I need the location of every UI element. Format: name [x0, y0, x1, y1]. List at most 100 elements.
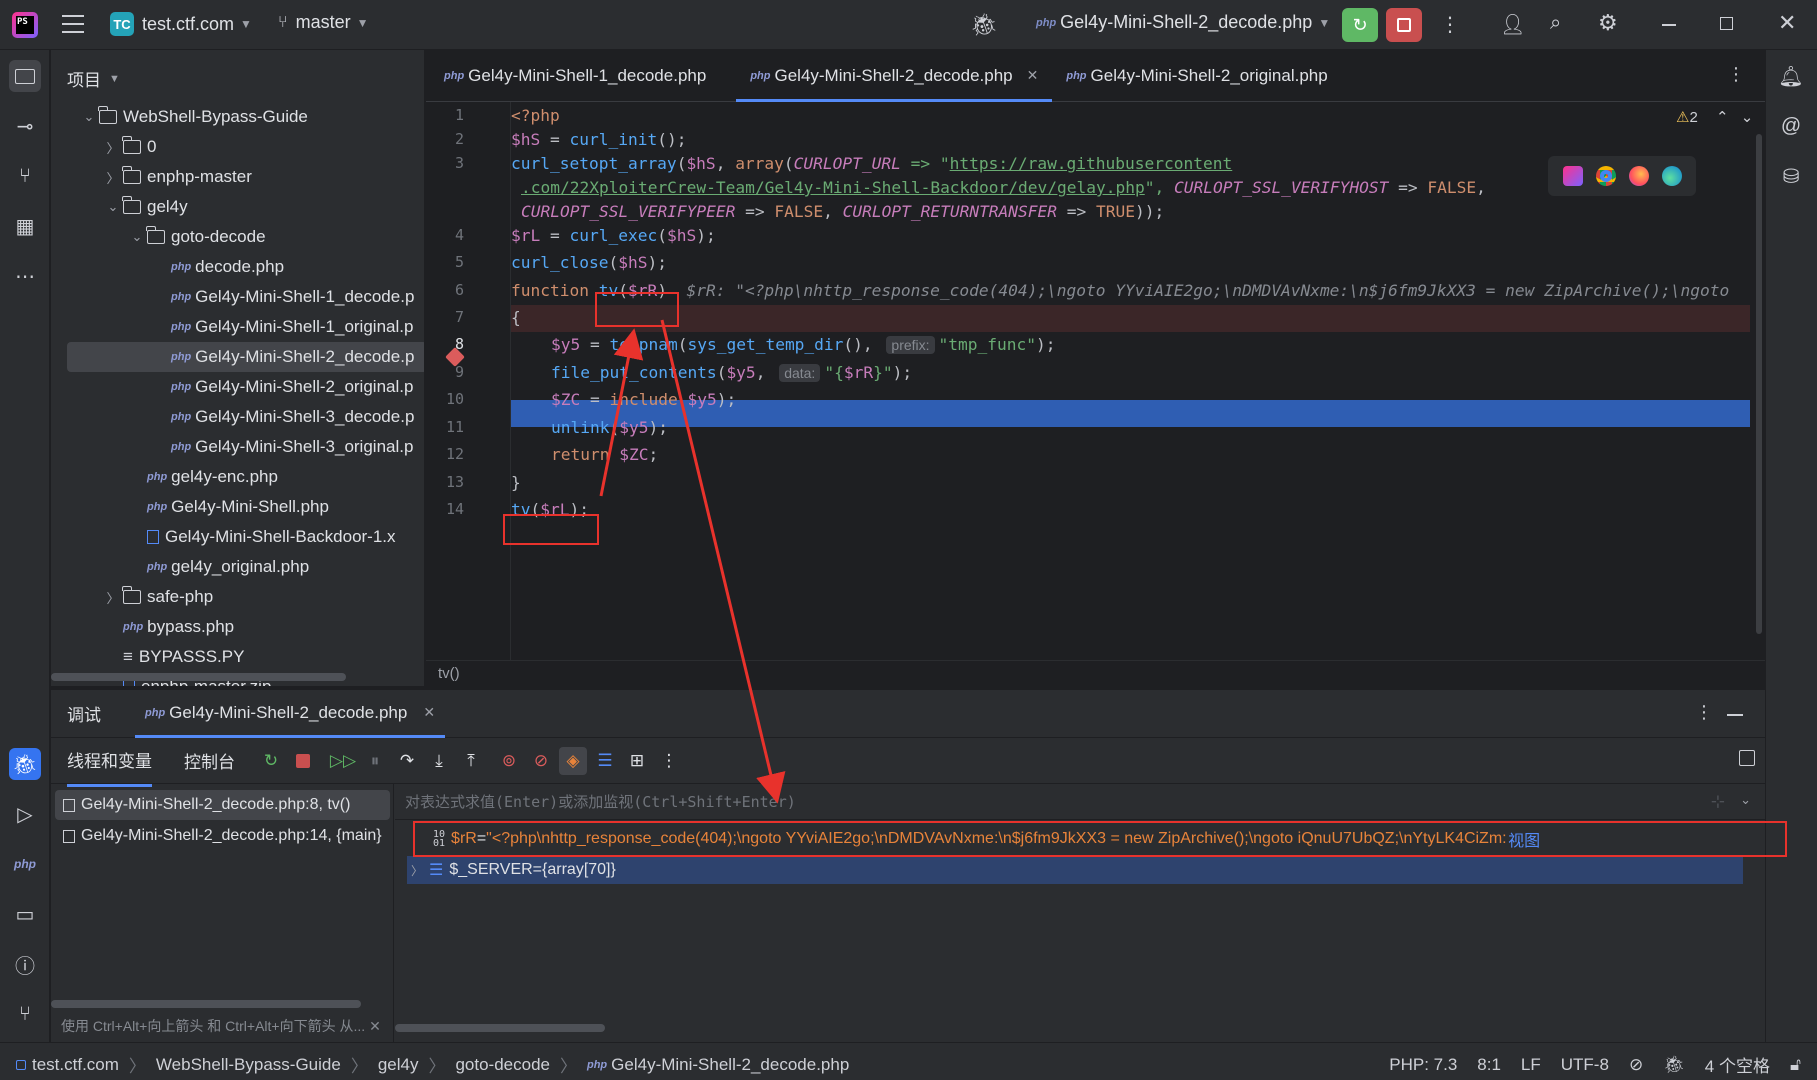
- add-watch-icon[interactable]: ⊞: [623, 747, 651, 775]
- project-switcher[interactable]: TC test.ctf.com ▼: [110, 12, 252, 36]
- minimize-window-icon[interactable]: [1662, 24, 1676, 26]
- php-version[interactable]: PHP: 7.3: [1389, 1055, 1457, 1075]
- php-tool-icon[interactable]: php: [9, 848, 41, 880]
- chevron-down-icon[interactable]: ⌄: [79, 109, 99, 125]
- chevron-down-icon[interactable]: ⌄: [127, 229, 147, 245]
- indent-setting[interactable]: 4 个空格: [1705, 1052, 1770, 1077]
- tab-shell-2-original[interactable]: php Gel4y-Mini-Shell-2_original.php: [1052, 50, 1341, 102]
- tree-item[interactable]: php Gel4y-Mini-Shell-1_original.p: [151, 312, 413, 342]
- stop-icon[interactable]: [289, 747, 317, 775]
- crumb-folder-3[interactable]: goto-decode: [455, 1055, 550, 1075]
- variables-scrollbar[interactable]: [395, 1024, 605, 1032]
- tab-actions-icon[interactable]: ⋮: [1727, 64, 1745, 85]
- evaluate-expression-field[interactable]: 对表达式求值(Enter)或添加监视(Ctrl+Shift+Enter) ⊹ ⌄: [395, 784, 1765, 820]
- close-tab-icon[interactable]: ✕: [423, 704, 435, 721]
- horizontal-scrollbar[interactable]: [51, 673, 346, 681]
- problems-icon[interactable]: ⓘ: [9, 948, 41, 980]
- tree-item[interactable]: php gel4y-enc.php: [127, 462, 278, 492]
- break-at-first-line-icon[interactable]: ◈: [559, 746, 587, 775]
- restore-window-icon[interactable]: [1720, 17, 1733, 30]
- commit-icon[interactable]: ⊸: [9, 110, 41, 142]
- chevron-right-icon[interactable]: 〉: [103, 168, 123, 187]
- tab-console[interactable]: 控制台: [184, 748, 235, 773]
- rerun-debug-button[interactable]: ↻: [1342, 8, 1378, 42]
- line-separator[interactable]: LF: [1521, 1055, 1541, 1075]
- tree-item[interactable]: ⌄ gel4y: [103, 192, 188, 222]
- tab-threads-variables[interactable]: 线程和变量: [67, 735, 152, 787]
- add-user-icon[interactable]: 👤︎: [1500, 12, 1525, 37]
- close-tab-icon[interactable]: ✕: [1027, 67, 1039, 84]
- tree-item[interactable]: php Gel4y-Mini-Shell-1_decode.p: [151, 282, 414, 312]
- tree-item[interactable]: php Gel4y-Mini-Shell-3_decode.p: [151, 402, 414, 432]
- tree-item[interactable]: ⌄ goto-decode: [127, 222, 266, 252]
- frame-row-current[interactable]: Gel4y-Mini-Shell-2_decode.php:8, tv(): [55, 790, 390, 820]
- debug-status-icon[interactable]: 🐞︎: [1663, 1055, 1685, 1075]
- rerun-icon[interactable]: ↻: [257, 747, 285, 775]
- crumb-folder-1[interactable]: WebShell-Bypass-Guide: [156, 1055, 341, 1075]
- main-menu-icon[interactable]: [62, 15, 84, 33]
- layout-settings-icon[interactable]: [1739, 750, 1755, 766]
- warnings-indicator[interactable]: ⚠2 ⌃ ⌄: [1676, 108, 1753, 126]
- search-icon[interactable]: ⌕: [1550, 12, 1561, 35]
- tree-item[interactable]: php Gel4y-Mini-Shell-3_original.p: [151, 432, 413, 462]
- chrome-icon[interactable]: [1595, 166, 1616, 186]
- more-actions-icon[interactable]: ⋮: [1695, 702, 1713, 723]
- file-encoding[interactable]: UTF-8: [1561, 1055, 1609, 1075]
- chevron-right-icon[interactable]: 〉: [103, 138, 123, 157]
- more-tools-icon[interactable]: ⋯: [9, 260, 41, 292]
- step-over-icon[interactable]: ↷: [393, 747, 421, 775]
- more-options-icon[interactable]: ⋮: [655, 747, 683, 775]
- tree-item[interactable]: Gel4y-Mini-Shell-Backdoor-1.x: [127, 522, 396, 552]
- tree-item[interactable]: php Gel4y-Mini-Shell-2_original.p: [151, 372, 413, 402]
- terminal-icon[interactable]: ▭: [9, 898, 41, 930]
- tree-item[interactable]: ⌄ WebShell-Bypass-Guide: [79, 102, 308, 132]
- debug-session-tab[interactable]: php Gel4y-Mini-Shell-2_decode.php ✕: [135, 690, 446, 738]
- pause-icon[interactable]: ⏸: [361, 747, 389, 775]
- phpstorm-logo-icon[interactable]: PS: [12, 12, 38, 38]
- structure-icon[interactable]: ▦: [9, 210, 41, 242]
- tree-item[interactable]: 〉 enphp-master: [103, 162, 252, 192]
- pull-requests-icon[interactable]: ⑂: [9, 160, 41, 192]
- tree-item[interactable]: php gel4y_original.php: [127, 552, 309, 582]
- tree-item[interactable]: 〉 0: [103, 132, 156, 162]
- vertical-scrollbar[interactable]: [1756, 134, 1762, 634]
- stop-button[interactable]: [1386, 8, 1422, 42]
- tab-shell-2-decode[interactable]: php Gel4y-Mini-Shell-2_decode.php ✕: [736, 50, 1053, 102]
- tree-item[interactable]: php bypass.php: [103, 612, 234, 642]
- expand-chevron-icon[interactable]: 〉: [411, 862, 423, 879]
- variable-row-rR[interactable]: 10 01 $rR = "<?php\nhttp_response_code(40…: [413, 824, 1769, 854]
- debug-bug-icon[interactable]: 🐞︎: [970, 12, 998, 38]
- branch-switcher[interactable]: ⑂ master ▼: [278, 12, 369, 33]
- tree-item[interactable]: php Gel4y-Mini-Shell-2_decode.p: [67, 342, 424, 372]
- frame-row-main[interactable]: Gel4y-Mini-Shell-2_decode.php:14, {main}: [55, 821, 390, 851]
- evaluate-list-icon[interactable]: ☰: [591, 747, 619, 775]
- notifications-bell-icon[interactable]: 🔔︎: [1775, 60, 1807, 92]
- tree-item[interactable]: php Gel4y-Mini-Shell.php: [127, 492, 329, 522]
- run-config-selector[interactable]: php Gel4y-Mini-Shell-2_decode.php ▼: [1036, 12, 1330, 33]
- database-icon[interactable]: ⛁: [1775, 160, 1807, 192]
- tab-shell-1-decode[interactable]: php Gel4y-Mini-Shell-1_decode.php: [430, 50, 720, 102]
- no-eye-icon[interactable]: ⊘: [1629, 1055, 1643, 1075]
- crumb-project[interactable]: test.ctf.com: [32, 1055, 119, 1075]
- close-hint-icon[interactable]: ✕: [369, 1018, 381, 1035]
- project-panel-header[interactable]: 项目 ▼: [67, 66, 120, 91]
- tree-item[interactable]: 〉 safe-php: [103, 582, 213, 612]
- chevron-right-icon[interactable]: 〉: [103, 588, 123, 607]
- more-actions-icon[interactable]: ⋮: [1440, 12, 1460, 37]
- edge-icon[interactable]: [1661, 166, 1682, 186]
- services-icon[interactable]: ▷: [9, 798, 41, 830]
- cursor-position[interactable]: 8:1: [1477, 1055, 1501, 1075]
- chevron-down-icon[interactable]: ⌄: [1741, 109, 1754, 126]
- tree-item[interactable]: php decode.php: [151, 252, 284, 282]
- debug-tool-icon[interactable]: 🐞︎: [9, 748, 41, 780]
- firefox-icon[interactable]: [1628, 166, 1649, 186]
- breadcrumb-function[interactable]: tv(): [438, 665, 460, 682]
- crumb-folder-2[interactable]: gel4y: [378, 1055, 419, 1075]
- close-window-icon[interactable]: ✕: [1778, 10, 1796, 36]
- read-only-lock-icon[interactable]: 🔓︎: [1790, 1055, 1801, 1075]
- project-folder-icon[interactable]: [9, 60, 41, 92]
- resume-program-icon[interactable]: ▷▷: [329, 747, 357, 775]
- variable-row-server[interactable]: 〉 ☰ $_SERVER = {array[70]}: [407, 856, 1743, 884]
- mute-breakpoints-icon[interactable]: ⊘: [527, 747, 555, 775]
- view-breakpoints-icon[interactable]: ⊚: [495, 747, 523, 775]
